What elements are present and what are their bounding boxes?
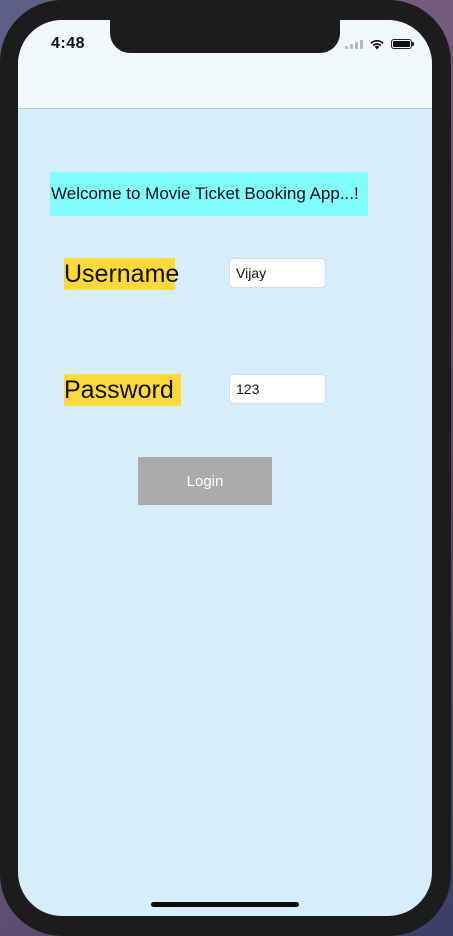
battery-icon — [391, 39, 414, 49]
username-label: Username — [64, 258, 180, 290]
device-notch — [110, 20, 340, 53]
phone-frame: 4:48 Welcome to Movie Ticket Booking App… — [0, 0, 451, 936]
status-time: 4:48 — [51, 35, 86, 52]
home-indicator[interactable] — [151, 902, 299, 907]
navigation-bar: 4:48 — [18, 20, 432, 109]
wifi-icon — [370, 39, 384, 50]
cellular-signal-icon — [345, 39, 363, 49]
status-icons — [345, 38, 414, 50]
password-label: Password — [64, 374, 181, 406]
welcome-banner: Welcome to Movie Ticket Booking App...! — [50, 172, 368, 216]
password-input[interactable] — [229, 374, 326, 404]
username-input[interactable] — [229, 258, 326, 288]
login-button[interactable]: Login — [138, 457, 272, 505]
app-screen: 4:48 Welcome to Movie Ticket Booking App… — [18, 20, 432, 916]
